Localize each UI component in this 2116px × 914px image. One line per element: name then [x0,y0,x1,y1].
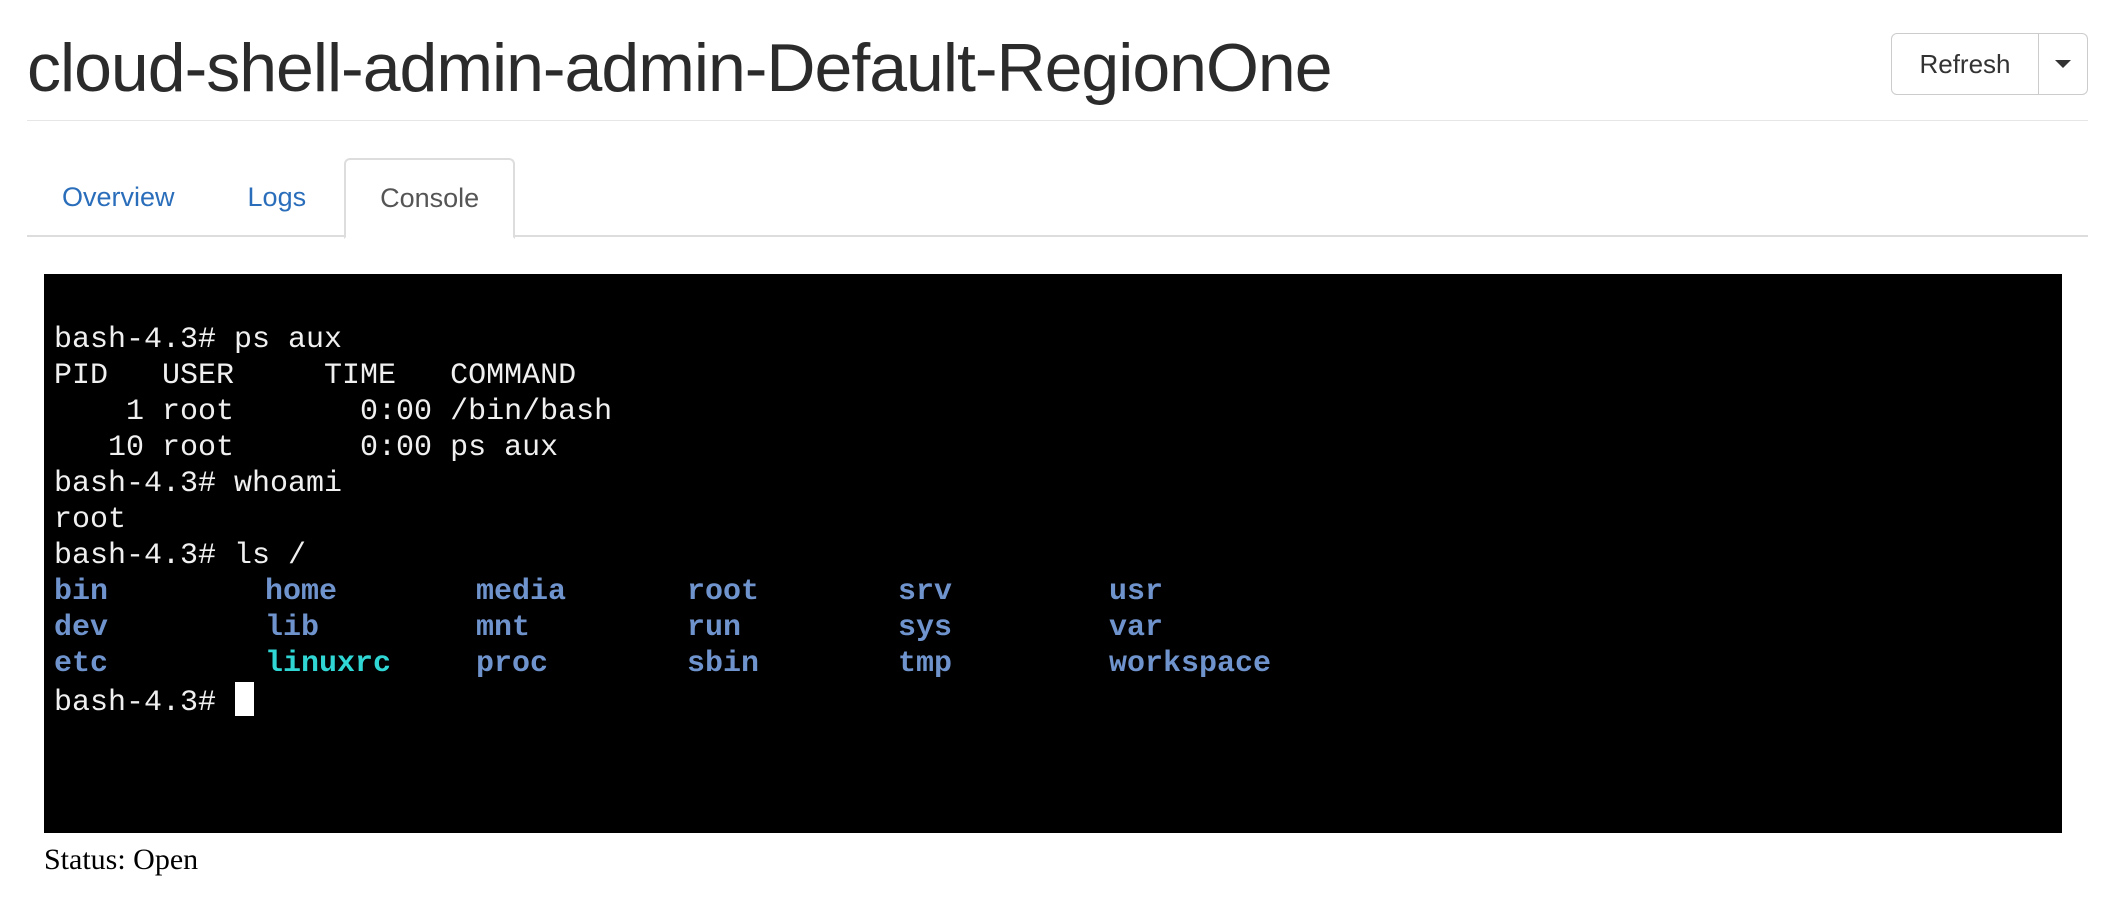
ls-entry: bin [54,575,109,609]
ls-entry: proc [476,647,549,681]
console-terminal[interactable]: bash-4.3# ps aux PID USER TIME COMMAND 1… [44,274,2062,833]
ls-entry: srv [898,575,953,609]
terminal-line: 1 root 0:00 /bin/bash [54,395,613,429]
ls-entry: dev [54,611,109,645]
ls-output-row: etc linuxrc proc sbin tmp workspace [54,646,2052,682]
ls-entry: media [476,575,567,609]
terminal-line: 10 root 0:00 ps aux [54,431,559,465]
tab-console[interactable]: Console [344,158,516,239]
ls-entry: run [687,611,742,645]
terminal-cursor [235,682,255,716]
ls-entry: workspace [1109,647,1272,681]
terminal-line: root [54,503,127,537]
tab-bar: Overview Logs Console [27,158,2088,239]
ls-output-row: dev lib mnt run sys var [54,610,2052,646]
ls-entry: sys [898,611,953,645]
ls-entry: home [265,575,338,609]
terminal-prompt-line[interactable]: bash-4.3# [54,682,2052,720]
ls-entry: lib [265,611,320,645]
caret-down-icon [2055,60,2071,68]
tab-logs[interactable]: Logs [213,158,342,237]
ls-entry: linuxrc [265,647,392,681]
ls-entry: usr [1109,575,1164,609]
ls-output-row: bin home media root srv usr [54,574,2052,610]
page-title: cloud-shell-admin-admin-Default-RegionOn… [27,30,1333,106]
refresh-button-group: Refresh [1891,33,2088,95]
terminal-line: bash-4.3# ps aux [54,323,343,357]
ls-entry: var [1109,611,1164,645]
ls-entry: etc [54,647,109,681]
terminal-prompt: bash-4.3# [54,686,235,720]
ls-entry: mnt [476,611,531,645]
refresh-button[interactable]: Refresh [1891,33,2039,95]
ls-entry: root [687,575,760,609]
ls-entry: tmp [898,647,953,681]
connection-status: Status: Open [44,843,199,876]
tab-overview[interactable]: Overview [27,158,210,237]
terminal-line: bash-4.3# whoami [54,467,343,501]
page-header: cloud-shell-admin-admin-Default-RegionOn… [27,0,2088,121]
refresh-dropdown-toggle[interactable] [2039,33,2088,95]
terminal-line: bash-4.3# ls / [54,539,307,573]
ls-entry: sbin [687,647,760,681]
terminal-line: PID USER TIME COMMAND [54,359,577,393]
